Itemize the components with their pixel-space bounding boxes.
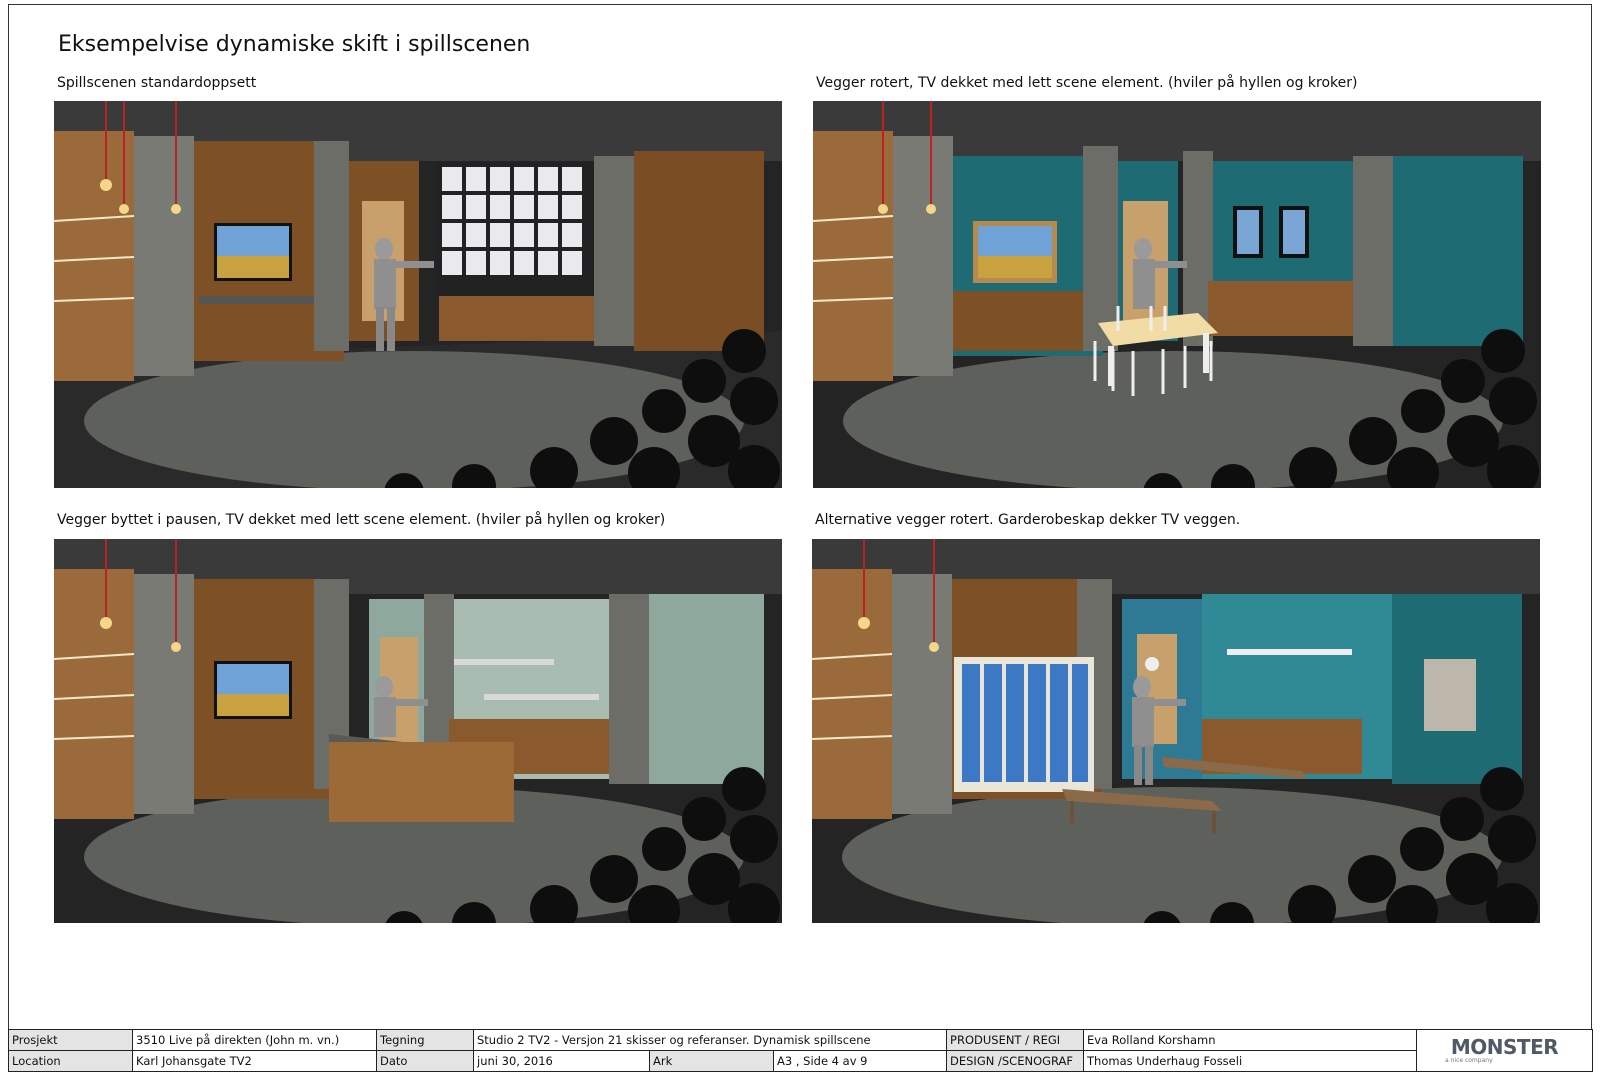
page-title: Eksempelvise dynamiske skift i spillscen… xyxy=(58,32,531,57)
design-value: Thomas Underhaug Fosseli xyxy=(1083,1050,1418,1072)
monster-logo: MONSTER a nice company xyxy=(1416,1029,1594,1072)
render-lockers-bench xyxy=(812,539,1540,923)
sheet-label: Ark xyxy=(649,1050,774,1072)
render-rotated-walls-table xyxy=(813,101,1541,488)
render-standard-setup xyxy=(54,101,782,488)
design-label: DESIGN /SCENOGRAF xyxy=(946,1050,1085,1072)
drawing-value: Studio 2 TV2 - Versjon 21 skisser og ref… xyxy=(472,1029,948,1051)
location-label: Location xyxy=(8,1050,133,1072)
panel-caption-2: Vegger rotert, TV dekket med lett scene … xyxy=(816,75,1358,91)
date-label: Dato xyxy=(376,1050,474,1072)
producer-value: Eva Rolland Korshamn xyxy=(1083,1029,1418,1051)
project-value: 3510 Live på direkten (John m. vn.) xyxy=(132,1029,377,1051)
panel-caption-1: Spillscenen standardoppsett xyxy=(57,75,257,91)
panel-caption-3: Vegger byttet i pausen, TV dekket med le… xyxy=(57,512,666,528)
title-block: Prosjekt 3510 Live på direkten (John m. … xyxy=(8,1029,1594,1072)
drawing-label: Tegning xyxy=(376,1029,474,1051)
date-value: juni 30, 2016 xyxy=(473,1050,650,1072)
producer-label: PRODUSENT / REGI xyxy=(946,1029,1085,1051)
location-value: Karl Johansgate TV2 xyxy=(132,1050,377,1072)
logo-wordmark: MONSTER xyxy=(1450,1035,1559,1059)
panel-caption-4: Alternative vegger rotert. Garderobeskap… xyxy=(815,512,1241,528)
render-counter-shelves xyxy=(54,539,782,923)
sheet-value: A3 , Side 4 av 9 xyxy=(772,1050,948,1072)
project-label: Prosjekt xyxy=(8,1029,133,1051)
